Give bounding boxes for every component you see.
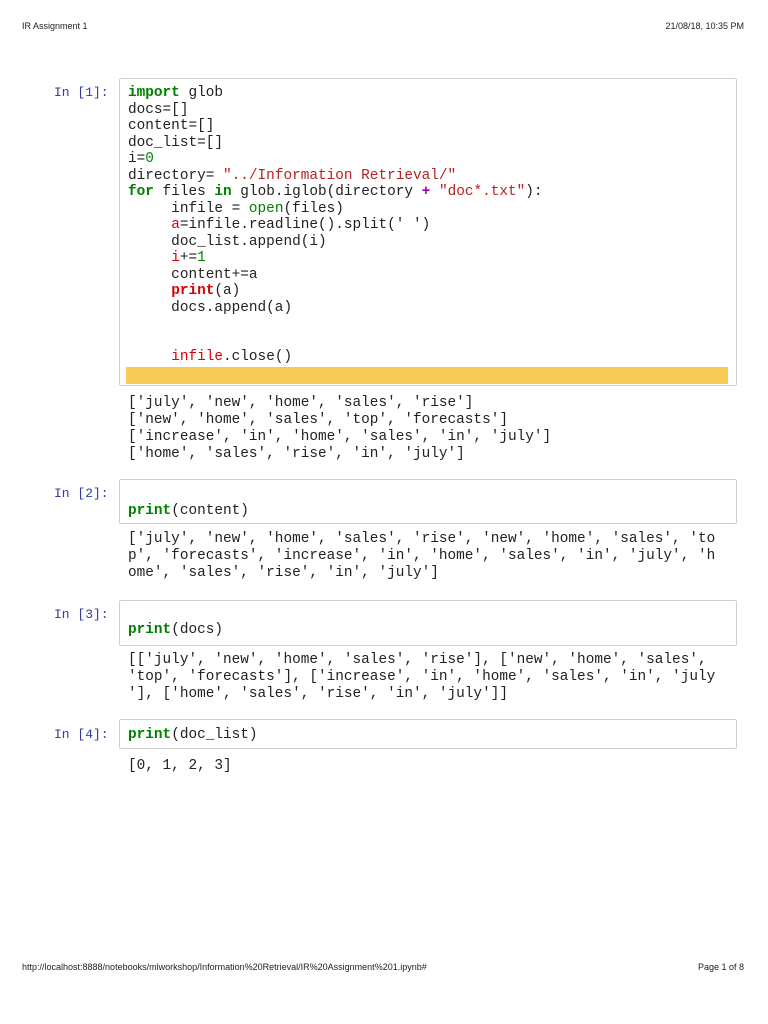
code-token: 1 (197, 250, 206, 266)
code-token: docs.append(a) (128, 299, 293, 316)
output-line: ['increase', 'in', 'home', 'sales', 'in'… (128, 429, 552, 445)
code-line: i+=1 (128, 250, 543, 267)
code-token: open (248, 200, 284, 217)
code-token: doc_list=[] (128, 134, 223, 151)
code-line: print(a) (128, 283, 543, 300)
cell-output: [['july', 'new', 'home', 'sales', 'rise'… (128, 652, 715, 703)
code-line: doc_list=[] (128, 135, 543, 152)
print-header-title: IR Assignment 1 (22, 21, 88, 31)
code-token: print (128, 502, 172, 519)
code-line: docs=[] (128, 102, 543, 119)
code-token: (doc_list) (171, 727, 258, 743)
cursor-line-highlight (126, 367, 728, 384)
code-line: print(content) (128, 503, 249, 520)
cell-output: [0, 1, 2, 3] (128, 758, 232, 775)
code-token: directory= (128, 167, 223, 184)
output-line: ['home', 'sales', 'rise', 'in', 'july'] (128, 446, 465, 462)
code-line: infile = open(files) (128, 201, 543, 218)
cell-prompt: In [4]: (54, 727, 109, 742)
code-block[interactable]: import glob docs=[] content=[] doc_list=[] i… (128, 85, 543, 366)
output-line: 'top', 'forecasts'], ['increase', 'in', … (128, 669, 716, 685)
code-token: infile (171, 349, 224, 365)
code-token: (docs) (171, 621, 224, 638)
code-token: docs=[] (128, 101, 189, 118)
code-token: print (128, 621, 172, 638)
output-line: p', 'forecasts', 'increase', 'in', 'home… (128, 548, 716, 564)
code-token: += (179, 250, 198, 266)
cell-prompt: In [1]: (54, 85, 109, 100)
code-token: glob (179, 85, 224, 101)
code-token: (files) (283, 200, 344, 217)
code-line: docs.append(a) (128, 300, 543, 317)
code-token: "../Information Retrieval/" (223, 167, 457, 184)
code-line: doc_list.append(i) (128, 234, 543, 251)
output-line: ['new', 'home', 'sales', 'top', 'forecas… (128, 412, 508, 428)
code-token: in (214, 184, 232, 200)
code-line: directory= "../Information Retrieval/" (128, 168, 543, 185)
code-token: =infile.readline().split(' ') (179, 217, 431, 233)
code-line: for files in glob.iglob(directory + "doc… (128, 184, 543, 201)
code-token: i= (128, 151, 146, 167)
code-line: import glob (128, 85, 543, 102)
code-token: content=[] (128, 118, 215, 134)
cell-output: ['july', 'new', 'home', 'sales', 'rise']… (128, 395, 551, 463)
code-token: i (171, 250, 180, 266)
code-token: ): (525, 184, 543, 200)
code-token: print (171, 283, 215, 299)
print-footer-page: Page 1 of 8 (697, 962, 744, 972)
code-token: 0 (145, 151, 154, 167)
code-line: a=infile.readline().split(' ') (128, 217, 543, 234)
output-line: ['july', 'new', 'home', 'sales', 'rise',… (128, 531, 716, 547)
cell-output: ['july', 'new', 'home', 'sales', 'rise',… (128, 531, 715, 582)
output-line: '], ['home', 'sales', 'rise', 'in', 'jul… (128, 686, 508, 702)
output-line: [['july', 'new', 'home', 'sales', 'rise'… (128, 652, 707, 668)
code-line: content+=a (128, 267, 543, 284)
output-line: ome', 'sales', 'rise', 'in', 'july'] (128, 565, 439, 581)
code-block[interactable]: print(doc_list) (128, 727, 258, 744)
code-token: glob.iglob(directory (231, 184, 422, 200)
code-token: files (153, 184, 215, 200)
code-token: + (421, 184, 431, 200)
print-header-datetime: 21/08/18, 10:35 PM (665, 21, 744, 31)
code-token: doc_list.append(i) (128, 233, 327, 250)
print-footer-url: http://localhost:8888/notebooks/mlworksh… (22, 962, 427, 972)
code-block[interactable]: print(docs) (128, 605, 223, 638)
code-token: print (128, 727, 172, 743)
cell-prompt: In [3]: (54, 607, 109, 622)
code-line: infile.close() (128, 349, 543, 366)
code-line: content=[] (128, 118, 543, 135)
code-token: "doc*.txt" (438, 184, 526, 200)
cell-prompt: In [2]: (54, 486, 109, 501)
code-token: import (128, 85, 180, 101)
code-token: a (171, 217, 180, 233)
code-token: infile = (128, 200, 249, 217)
code-token: (a) (214, 283, 241, 299)
code-token: .close() (223, 349, 293, 365)
code-line: print(doc_list) (128, 727, 258, 744)
code-line: i=0 (128, 151, 543, 168)
code-token: (content) (171, 502, 249, 519)
output-line: [0, 1, 2, 3] (128, 758, 232, 774)
output-line: ['july', 'new', 'home', 'sales', 'rise'] (128, 395, 474, 411)
code-block[interactable]: print(content) (128, 486, 249, 519)
code-line: print(docs) (128, 622, 223, 639)
code-token: for (128, 184, 154, 200)
code-token: content+=a (128, 266, 258, 283)
